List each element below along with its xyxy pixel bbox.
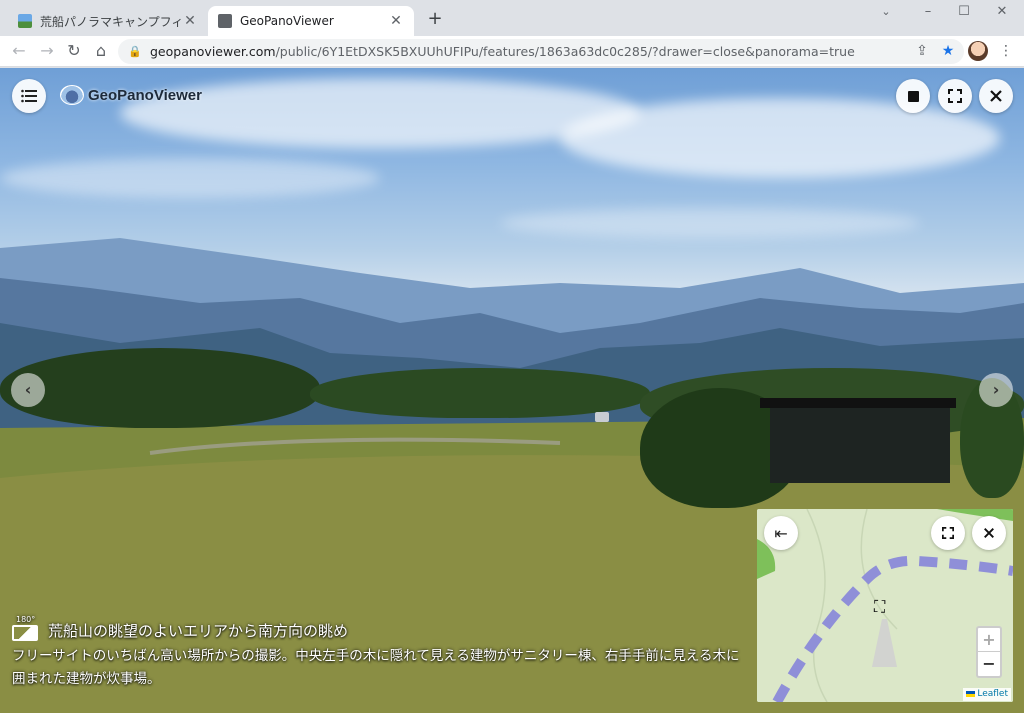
browser-toolbar: ← → ↻ ⌂ 🔒 geopanoviewer.com/public/6Y1Et…	[0, 36, 1024, 67]
minimap-fullscreen-button[interactable]	[931, 516, 965, 550]
tree-line	[0, 348, 320, 428]
panorama-angle-label: 180°	[16, 615, 36, 624]
close-panorama-button[interactable]	[979, 79, 1013, 113]
minimap-collapse-button[interactable]: ⇤	[764, 516, 798, 550]
building-roof	[760, 398, 956, 408]
ukraine-flag-icon	[966, 690, 976, 697]
minimap[interactable]: ⛶ ⇤ + − Leaflet	[757, 509, 1013, 702]
binoculars-icon: ⛶	[874, 597, 886, 616]
fullscreen-icon	[948, 89, 962, 103]
cooking-building	[770, 403, 950, 483]
new-tab-button[interactable]: +	[424, 8, 446, 30]
globe-favicon-icon	[218, 14, 232, 28]
caption-description: フリーサイトのいちばん高い場所からの撮影。中央左手の木に隠れて見える建物がサニタ…	[12, 648, 740, 687]
forward-button[interactable]: →	[36, 40, 58, 62]
geopanoviewer-logo-icon	[60, 85, 84, 105]
menu-icon	[21, 89, 37, 103]
back-button[interactable]: ←	[8, 40, 30, 62]
tab-arafune-campfield[interactable]: 荒船パノラマキャンプフィールド（旧内 ✕	[8, 6, 208, 36]
map-attribution: Leaflet	[963, 688, 1011, 701]
fullscreen-button[interactable]	[938, 79, 972, 113]
close-icon	[984, 528, 994, 538]
tab-close-icon[interactable]: ✕	[388, 13, 404, 29]
home-button[interactable]: ⌂	[90, 40, 112, 62]
drawer-menu-button[interactable]	[12, 79, 46, 113]
share-icon[interactable]: ⇪	[912, 41, 932, 61]
profile-avatar[interactable]	[968, 41, 988, 61]
zoom-in-button[interactable]: +	[978, 628, 1000, 652]
panorama-caption: 180° 荒船山の眺望のよいエリアから南方向の眺め フリーサイトのいちばん高い場…	[12, 615, 752, 691]
leaflet-link[interactable]: Leaflet	[977, 689, 1008, 699]
close-icon	[990, 90, 1002, 102]
reload-button[interactable]: ↻	[63, 40, 85, 62]
tab-geopanoviewer[interactable]: GeoPanoViewer ✕	[208, 6, 414, 36]
window-close-button[interactable]: ✕	[988, 4, 1016, 20]
address-bar[interactable]: 🔒 geopanoviewer.com/public/6Y1EtDXSK5BXU…	[118, 39, 964, 64]
kebab-menu-icon[interactable]: ⋮	[996, 41, 1016, 61]
cloud	[0, 158, 380, 198]
lock-icon: 🔒	[128, 45, 142, 58]
minimize-button[interactable]: –	[914, 4, 942, 20]
stop-icon	[907, 90, 919, 102]
parked-car	[595, 412, 609, 422]
url-host: geopanoviewer.com	[150, 44, 276, 59]
brand: GeoPanoViewer	[60, 85, 202, 105]
minimap-close-button[interactable]	[972, 516, 1006, 550]
tab-title: 荒船パノラマキャンプフィールド（旧内	[40, 14, 182, 29]
zoom-control: + −	[976, 626, 1002, 678]
panorama-180-icon: 180°	[12, 615, 38, 641]
tab-close-icon[interactable]: ✕	[182, 13, 198, 29]
maximize-button[interactable]: ☐	[950, 4, 978, 20]
brand-name: GeoPanoViewer	[88, 86, 202, 104]
caption-title: 荒船山の眺望のよいエリアから南方向の眺め	[48, 622, 349, 640]
tab-search-icon[interactable]: ⌄	[872, 4, 900, 20]
cloud	[560, 98, 1000, 178]
tab-strip: 荒船パノラマキャンプフィールド（旧内 ✕ GeoPanoViewer ✕ + ⌄…	[0, 0, 1024, 36]
fullscreen-icon	[942, 527, 954, 539]
stop-autorotate-button[interactable]	[896, 79, 930, 113]
tree-line	[310, 368, 650, 418]
zoom-out-button[interactable]: −	[978, 652, 1000, 676]
panorama-favicon-icon	[18, 14, 32, 28]
panorama-viewer[interactable]: GeoPanoViewer ‹ › 180° 荒船山の眺望のよいエリアから南方向…	[0, 68, 1024, 713]
url-path: /public/6Y1EtDXSK5BXUUhUFIPu/features/18…	[275, 44, 855, 59]
tab-title: GeoPanoViewer	[240, 14, 334, 28]
star-icon[interactable]: ★	[938, 41, 958, 61]
next-panorama-button[interactable]: ›	[979, 373, 1013, 407]
previous-panorama-button[interactable]: ‹	[11, 373, 45, 407]
